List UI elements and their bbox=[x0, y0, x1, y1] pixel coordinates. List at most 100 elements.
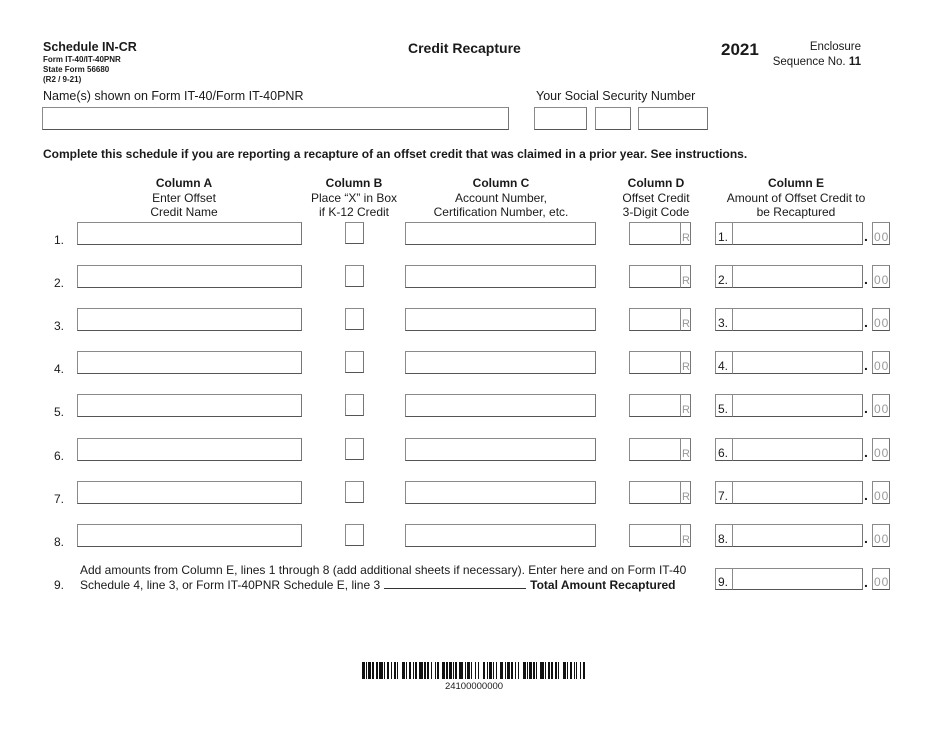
instructions-text: Complete this schedule if you are report… bbox=[43, 147, 748, 161]
amount-line-label: 1. bbox=[718, 230, 729, 244]
account-number-field[interactable] bbox=[405, 351, 596, 374]
credit-name-field[interactable] bbox=[77, 308, 302, 331]
amount-line-label: 6. bbox=[718, 446, 729, 460]
line-9-blank bbox=[384, 577, 527, 589]
credit-name-field[interactable] bbox=[77, 394, 302, 417]
k12-checkbox[interactable] bbox=[345, 308, 364, 330]
recapture-amount-field[interactable] bbox=[732, 265, 863, 288]
form-number: Form IT-40/IT-40PNR bbox=[43, 55, 121, 64]
amount-label-cell: 2. bbox=[715, 265, 733, 288]
cents-cell: 00 bbox=[872, 308, 890, 331]
amount-label-cell: 5. bbox=[715, 394, 733, 417]
cents-value: 00 bbox=[874, 446, 890, 460]
code-suffix: R bbox=[682, 318, 690, 330]
account-number-field[interactable] bbox=[405, 308, 596, 331]
code-suffix-cell: R bbox=[680, 438, 691, 461]
cents-value: 00 bbox=[874, 402, 890, 416]
amount-label-cell: 7. bbox=[715, 481, 733, 504]
credit-name-field[interactable] bbox=[77, 351, 302, 374]
column-d-desc-2: 3-Digit Code bbox=[622, 205, 690, 219]
code-suffix: R bbox=[682, 448, 690, 460]
account-number-field[interactable] bbox=[405, 481, 596, 504]
amount-line-label: 7. bbox=[718, 489, 729, 503]
total-amount-field[interactable] bbox=[732, 568, 863, 590]
total-amount-label: Total Amount Recaptured bbox=[530, 578, 676, 592]
column-d-header: Column D Offset Credit 3-Digit Code bbox=[606, 176, 706, 220]
recapture-amount-field[interactable] bbox=[732, 438, 863, 461]
credit-code-field[interactable] bbox=[629, 394, 681, 417]
k12-checkbox[interactable] bbox=[345, 222, 364, 244]
code-suffix: R bbox=[682, 232, 690, 244]
amount-line-label: 4. bbox=[718, 359, 729, 373]
column-b-desc-1: Place “X” in Box bbox=[310, 190, 398, 205]
k12-checkbox[interactable] bbox=[345, 351, 364, 373]
account-number-field[interactable] bbox=[405, 524, 596, 547]
recapture-amount-field[interactable] bbox=[732, 308, 863, 331]
credit-name-field[interactable] bbox=[77, 524, 302, 547]
ssn-field-3[interactable] bbox=[638, 107, 708, 130]
row-number: 6. bbox=[54, 449, 65, 463]
credit-code-field[interactable] bbox=[629, 222, 681, 245]
recapture-amount-field[interactable] bbox=[732, 524, 863, 547]
line-9-text-1: Add amounts from Column E, lines 1 throu… bbox=[80, 563, 687, 577]
account-number-field[interactable] bbox=[405, 394, 596, 417]
amount-label-cell: 8. bbox=[715, 524, 733, 547]
column-c-desc-1: Account Number, bbox=[454, 190, 548, 205]
recapture-amount-field[interactable] bbox=[732, 222, 863, 245]
credit-name-field[interactable] bbox=[77, 481, 302, 504]
cents-value: 00 bbox=[874, 316, 890, 330]
account-number-field[interactable] bbox=[405, 265, 596, 288]
decimal-point: . bbox=[864, 444, 868, 460]
state-form-number: State Form 56680 bbox=[43, 65, 110, 74]
credit-code-field[interactable] bbox=[629, 308, 681, 331]
barcode bbox=[362, 662, 586, 679]
enclosure-sequence: Enclosure Sequence No. 11 bbox=[760, 40, 861, 70]
sequence-label: Sequence No. bbox=[772, 56, 846, 68]
credit-name-field[interactable] bbox=[77, 222, 302, 245]
k12-checkbox[interactable] bbox=[345, 524, 364, 546]
account-number-field[interactable] bbox=[405, 222, 596, 245]
code-suffix-cell: R bbox=[680, 308, 691, 331]
barcode-number: 24100000000 bbox=[444, 681, 504, 692]
credit-code-field[interactable] bbox=[629, 351, 681, 374]
cents-cell: 00 bbox=[872, 481, 890, 504]
row-number: 8. bbox=[54, 535, 65, 549]
column-e-desc-1: Amount of Offset Credit to bbox=[726, 190, 866, 205]
account-number-field[interactable] bbox=[405, 438, 596, 461]
schedule-title: Schedule IN-CR bbox=[43, 40, 137, 54]
cents-value: 00 bbox=[874, 273, 890, 287]
row-number: 5. bbox=[54, 405, 65, 419]
code-suffix-cell: R bbox=[680, 524, 691, 547]
recapture-amount-field[interactable] bbox=[732, 394, 863, 417]
ssn-field-2[interactable] bbox=[595, 107, 631, 130]
ssn-field-1[interactable] bbox=[534, 107, 587, 130]
cents-value: 00 bbox=[874, 230, 890, 244]
credit-code-field[interactable] bbox=[629, 438, 681, 461]
recapture-amount-field[interactable] bbox=[732, 481, 863, 504]
decimal-point: . bbox=[864, 400, 868, 416]
decimal-point: . bbox=[864, 314, 868, 330]
amount-line-label: 5. bbox=[718, 402, 729, 416]
amount-line-label: 2. bbox=[718, 273, 729, 287]
k12-checkbox[interactable] bbox=[345, 394, 364, 416]
code-suffix-cell: R bbox=[680, 394, 691, 417]
k12-checkbox[interactable] bbox=[345, 265, 364, 287]
credit-name-field[interactable] bbox=[77, 265, 302, 288]
credit-code-field[interactable] bbox=[629, 524, 681, 547]
amount-label-cell: 6. bbox=[715, 438, 733, 461]
recapture-amount-field[interactable] bbox=[732, 351, 863, 374]
decimal-point: . bbox=[864, 357, 868, 373]
credit-code-field[interactable] bbox=[629, 481, 681, 504]
name-field[interactable] bbox=[42, 107, 509, 130]
column-a-header: Column A Enter Offset Credit Name bbox=[94, 176, 274, 220]
line-9-number: 9. bbox=[54, 578, 65, 592]
credit-name-field[interactable] bbox=[77, 438, 302, 461]
code-suffix: R bbox=[682, 361, 690, 373]
k12-checkbox[interactable] bbox=[345, 438, 364, 460]
k12-checkbox[interactable] bbox=[345, 481, 364, 503]
code-suffix: R bbox=[682, 534, 690, 546]
cents-cell: 00 bbox=[872, 265, 890, 288]
decimal-point: . bbox=[864, 228, 868, 244]
credit-code-field[interactable] bbox=[629, 265, 681, 288]
row-number: 3. bbox=[54, 319, 65, 333]
